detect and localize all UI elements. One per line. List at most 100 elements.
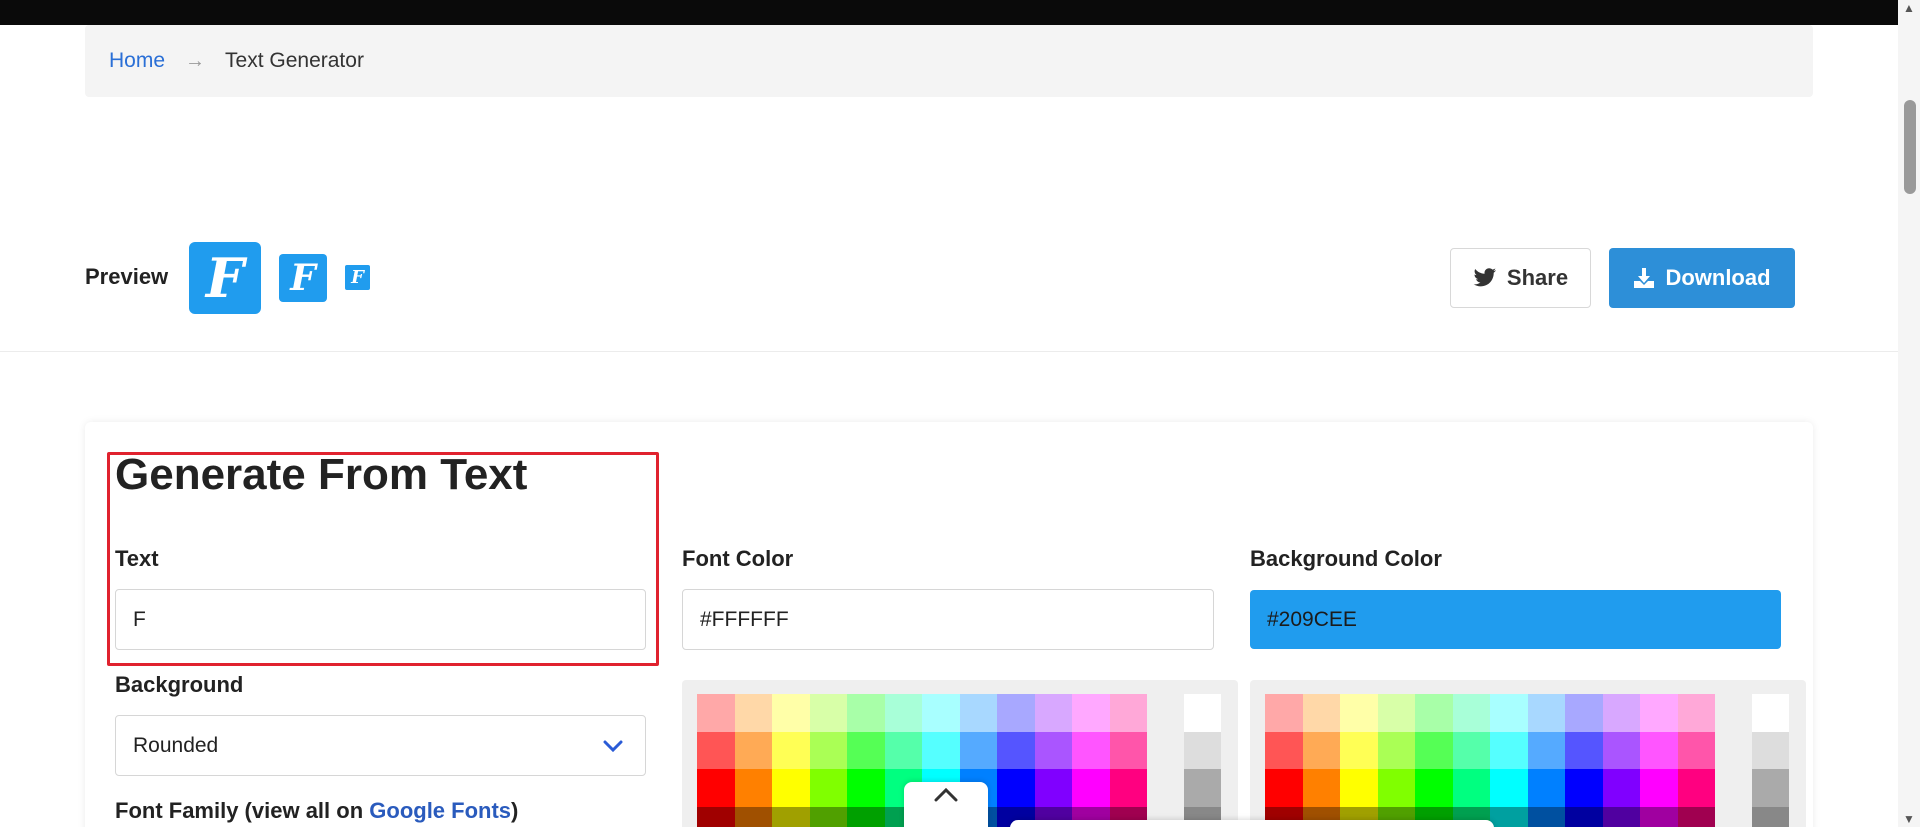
color-swatch[interactable]	[809, 769, 847, 807]
download-button[interactable]: Download	[1609, 248, 1795, 308]
color-swatch[interactable]	[1640, 731, 1678, 769]
color-swatch[interactable]	[997, 769, 1035, 807]
page-scrollbar[interactable]: ▲ ▼	[1898, 0, 1920, 827]
color-swatch[interactable]	[697, 806, 735, 827]
scroll-down-arrow-icon[interactable]: ▼	[1903, 813, 1915, 825]
color-swatch[interactable]	[1340, 731, 1378, 769]
color-swatch[interactable]	[1302, 769, 1340, 807]
color-swatch[interactable]	[1602, 769, 1640, 807]
color-swatch[interactable]	[1640, 769, 1678, 807]
color-swatch[interactable]	[884, 694, 922, 732]
color-swatch[interactable]	[1527, 731, 1565, 769]
color-swatch[interactable]	[1527, 806, 1565, 827]
color-swatch[interactable]	[1109, 694, 1147, 732]
color-swatch[interactable]	[734, 806, 772, 827]
color-swatch[interactable]	[734, 769, 772, 807]
color-swatch[interactable]	[1265, 694, 1303, 732]
color-swatch[interactable]	[1034, 769, 1072, 807]
color-swatch[interactable]	[1677, 769, 1715, 807]
color-swatch[interactable]	[1490, 769, 1528, 807]
color-swatch[interactable]	[809, 806, 847, 827]
color-swatch[interactable]	[847, 694, 885, 732]
color-swatch[interactable]	[1034, 694, 1072, 732]
color-swatch[interactable]	[997, 694, 1035, 732]
color-swatch[interactable]	[922, 694, 960, 732]
color-swatch[interactable]	[1265, 731, 1303, 769]
color-swatch[interactable]	[1452, 769, 1490, 807]
color-swatch[interactable]	[1415, 731, 1453, 769]
color-swatch[interactable]	[1640, 806, 1678, 827]
color-swatch[interactable]	[1072, 694, 1110, 732]
color-swatch[interactable]	[1565, 769, 1603, 807]
color-swatch[interactable]	[1602, 731, 1640, 769]
color-swatch[interactable]	[1302, 694, 1340, 732]
background-select[interactable]: Rounded	[115, 715, 646, 776]
color-swatch[interactable]	[772, 694, 810, 732]
color-swatch[interactable]	[1072, 769, 1110, 807]
color-swatch[interactable]	[847, 731, 885, 769]
color-swatch[interactable]	[772, 806, 810, 827]
color-swatch[interactable]	[1490, 694, 1528, 732]
color-swatch[interactable]	[1490, 731, 1528, 769]
color-swatch[interactable]	[1602, 806, 1640, 827]
color-swatch[interactable]	[809, 731, 847, 769]
scroll-to-top-button[interactable]	[904, 782, 988, 827]
color-swatch[interactable]	[1265, 769, 1303, 807]
color-swatch[interactable]	[1602, 694, 1640, 732]
breadcrumb-home-link[interactable]: Home	[109, 49, 165, 73]
color-swatch[interactable]	[1109, 731, 1147, 769]
color-swatch[interactable]	[1452, 694, 1490, 732]
color-swatch[interactable]	[1109, 769, 1147, 807]
color-swatch[interactable]	[1565, 694, 1603, 732]
background-color-input[interactable]: #209CEE	[1250, 590, 1781, 649]
color-swatch[interactable]	[697, 769, 735, 807]
color-swatch[interactable]	[1677, 806, 1715, 827]
color-swatch[interactable]	[1340, 769, 1378, 807]
color-swatch[interactable]	[772, 731, 810, 769]
gray-swatch[interactable]	[1184, 694, 1221, 732]
gray-swatch[interactable]	[1752, 694, 1789, 732]
color-swatch[interactable]	[697, 731, 735, 769]
color-swatch[interactable]	[1415, 694, 1453, 732]
color-swatch[interactable]	[1377, 769, 1415, 807]
download-button-label: Download	[1665, 265, 1771, 290]
color-swatch[interactable]	[997, 731, 1035, 769]
color-swatch[interactable]	[1452, 731, 1490, 769]
gray-swatch[interactable]	[1752, 769, 1789, 807]
gray-swatch[interactable]	[1752, 806, 1789, 827]
color-swatch[interactable]	[1034, 731, 1072, 769]
color-swatch[interactable]	[1377, 694, 1415, 732]
color-swatch[interactable]	[1302, 731, 1340, 769]
color-swatch[interactable]	[1565, 731, 1603, 769]
color-swatch[interactable]	[959, 731, 997, 769]
color-swatch[interactable]	[1490, 806, 1528, 827]
share-button[interactable]: Share	[1450, 248, 1591, 308]
gray-swatch[interactable]	[1184, 731, 1221, 769]
color-swatch[interactable]	[1565, 806, 1603, 827]
scroll-up-arrow-icon[interactable]: ▲	[1903, 2, 1915, 14]
google-fonts-link[interactable]: Google Fonts	[369, 798, 511, 823]
color-swatch[interactable]	[734, 694, 772, 732]
color-swatch[interactable]	[1527, 769, 1565, 807]
color-swatch[interactable]	[772, 769, 810, 807]
color-swatch[interactable]	[847, 806, 885, 827]
color-swatch[interactable]	[697, 694, 735, 732]
gray-swatch[interactable]	[1184, 769, 1221, 807]
color-swatch[interactable]	[959, 694, 997, 732]
color-swatch[interactable]	[1527, 694, 1565, 732]
color-swatch[interactable]	[1377, 731, 1415, 769]
color-swatch[interactable]	[847, 769, 885, 807]
color-swatch[interactable]	[1415, 769, 1453, 807]
scroll-thumb[interactable]	[1904, 100, 1916, 194]
color-swatch[interactable]	[922, 731, 960, 769]
color-swatch[interactable]	[884, 731, 922, 769]
color-swatch[interactable]	[734, 731, 772, 769]
color-swatch[interactable]	[809, 694, 847, 732]
gray-swatch[interactable]	[1752, 731, 1789, 769]
font-color-input[interactable]: #FFFFFF	[682, 589, 1214, 650]
color-swatch[interactable]	[1677, 731, 1715, 769]
color-swatch[interactable]	[1340, 694, 1378, 732]
color-swatch[interactable]	[1677, 694, 1715, 732]
color-swatch[interactable]	[1072, 731, 1110, 769]
color-swatch[interactable]	[1640, 694, 1678, 732]
